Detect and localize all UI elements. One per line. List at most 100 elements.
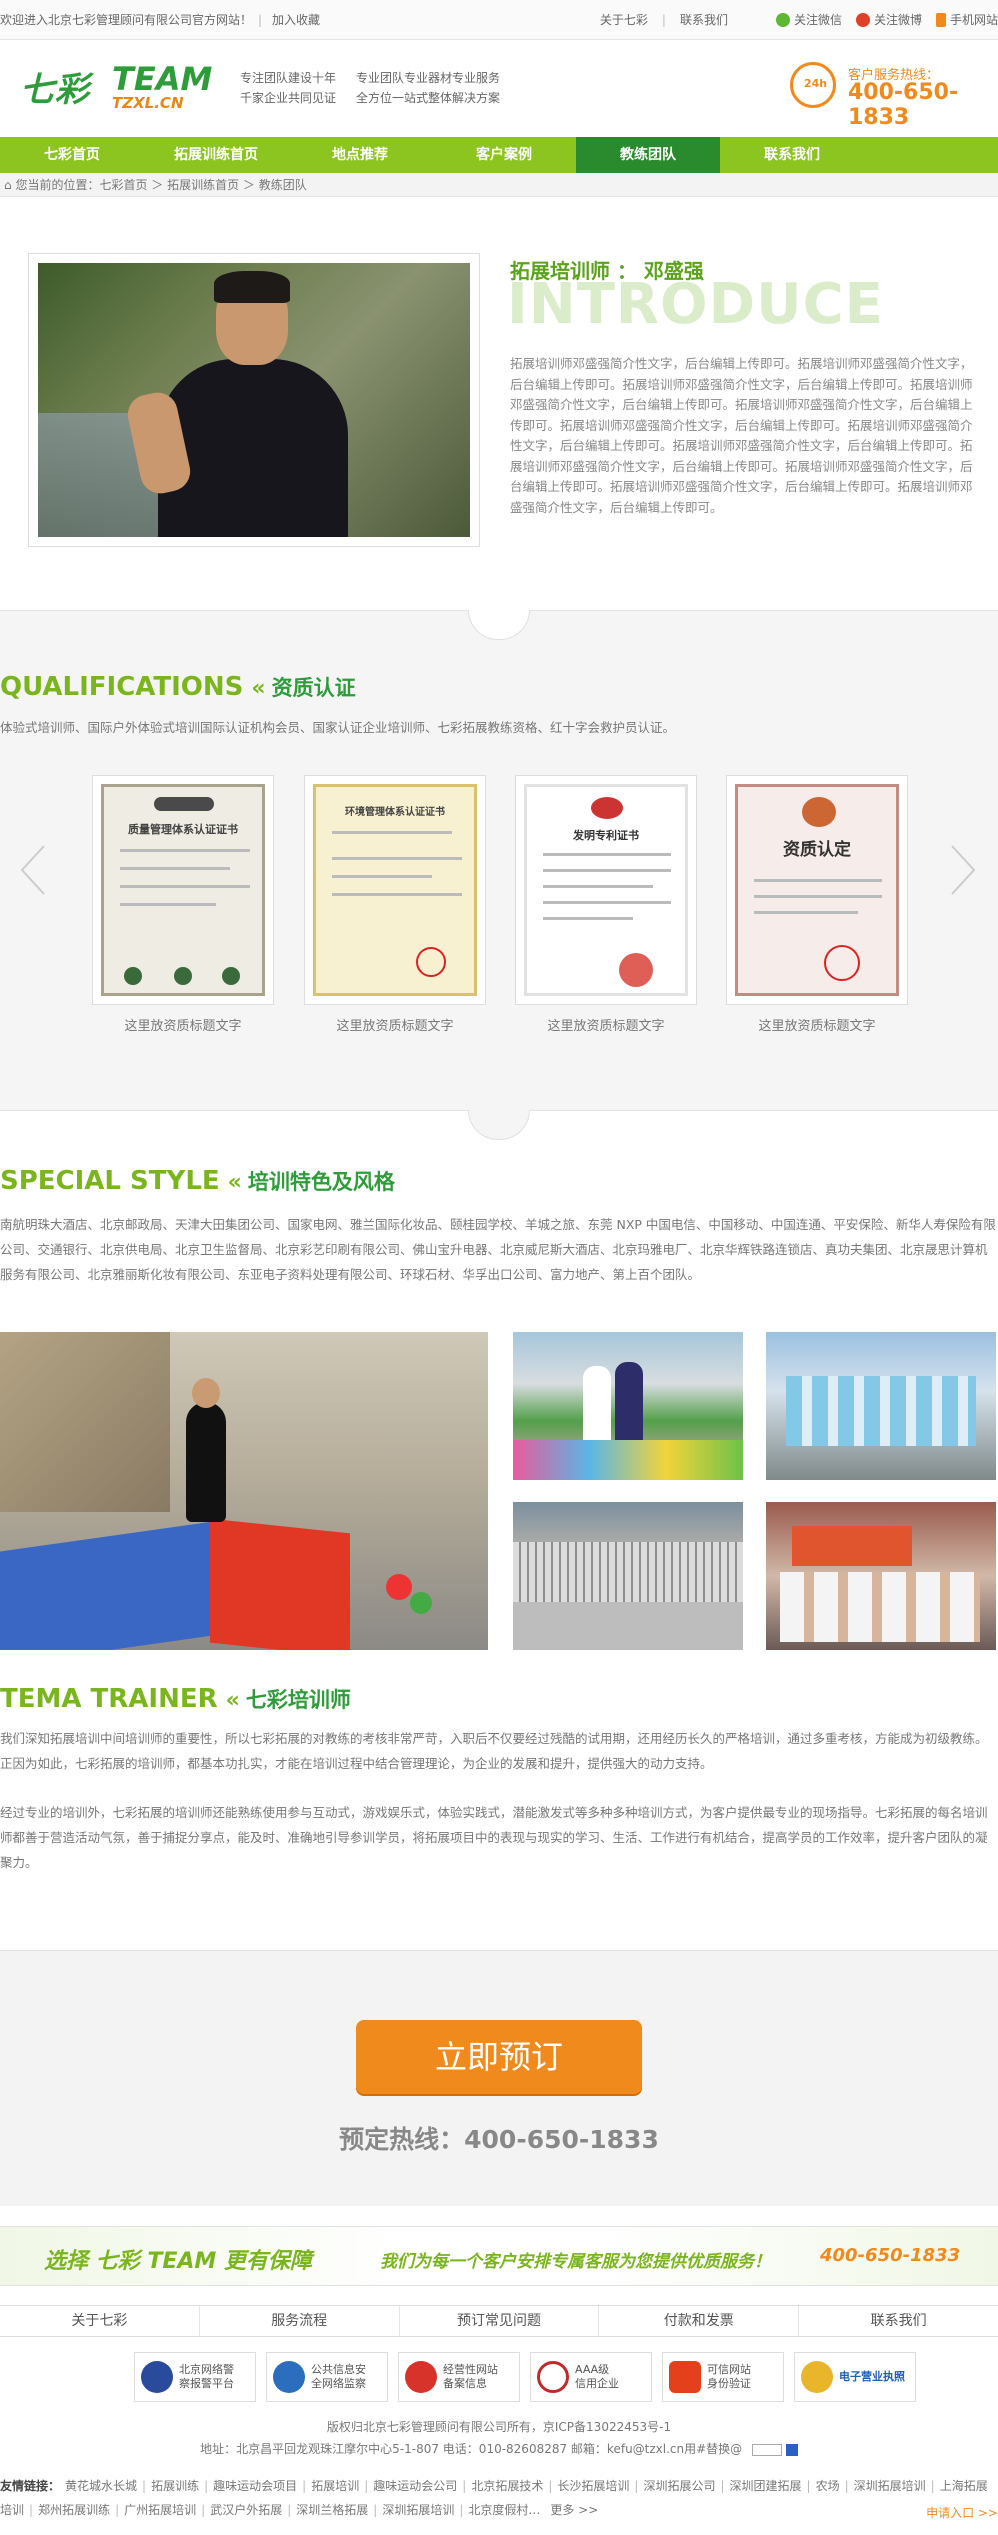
trainer-title: TEMA TRAINER «七彩培训师 (0, 1684, 351, 1714)
nav-item-training-home[interactable]: 拓展训练首页 (144, 137, 288, 173)
stats-icon (785, 2443, 798, 2456)
contact-link[interactable]: 联系我们 (680, 0, 728, 40)
apply-link[interactable]: 申请入口 >> (926, 2504, 998, 2521)
wechat-link[interactable]: 关注微信 (775, 0, 842, 40)
footer-link-contact[interactable]: 联系我们 (799, 2306, 998, 2336)
footer-link-faq[interactable]: 预订常见问题 (400, 2306, 600, 2336)
nav-item-contact[interactable]: 联系我们 (720, 137, 864, 173)
footer-link-process[interactable]: 服务流程 (200, 2306, 400, 2336)
photo-flag (792, 1526, 912, 1566)
badge-text: 身份验证 (707, 2377, 751, 2390)
friend-link[interactable]: 郑州拓展训练 (38, 2503, 110, 2517)
badge-text: 可信网站 (707, 2363, 751, 2376)
top-links: 关于七彩 | 联系我们 关注微信 关注微博 手机网站 (600, 0, 998, 40)
gallery-photo[interactable] (766, 1332, 996, 1480)
cert-seal (222, 967, 240, 985)
badge-text: 北京网络警 (179, 2363, 234, 2376)
photo-group (780, 1572, 980, 1642)
friend-link[interactable]: 武汉户外拓展 (210, 2503, 282, 2517)
slogan-group-2: 专业团队专业器材专业服务 全方位一站式整体解决方案 (356, 68, 500, 108)
badge-credit[interactable]: AAA级 信用企业 (530, 2352, 652, 2402)
slogan-group-1: 专注团队建设十年 千家企业共同见证 (240, 68, 336, 108)
friend-link[interactable]: 拓展培训 (311, 2479, 359, 2493)
gallery-photo[interactable] (513, 1332, 743, 1480)
friend-link[interactable]: 广州拓展培训 (124, 2503, 196, 2517)
double-chevron-icon: « (227, 1170, 242, 1195)
cert-line (332, 875, 432, 878)
nav-item-home[interactable]: 七彩首页 (0, 137, 144, 173)
banner-slogan: 选择 七彩 TEAM 更有保障 (44, 2249, 312, 2274)
shield-icon (273, 2361, 305, 2393)
double-chevron-icon: « (225, 1688, 240, 1713)
cert-line (120, 885, 250, 888)
title-en: SPECIAL STYLE (0, 1166, 220, 1196)
gallery-photo-large[interactable] (0, 1332, 488, 1650)
friend-link[interactable]: 拓展训练 (151, 2479, 199, 2493)
trainer-photo-image (38, 263, 470, 537)
footer-link-payment[interactable]: 付款和发票 (599, 2306, 800, 2336)
divider: | (29, 2503, 34, 2517)
friend-link[interactable]: 农场 (816, 2479, 840, 2493)
friend-link[interactable]: 深圳拓展公司 (643, 2479, 715, 2493)
friend-link[interactable]: 趣味运动会项目 (213, 2479, 297, 2493)
badge-police[interactable]: 北京网络警 察报警平台 (134, 2352, 256, 2402)
wechat-icon (775, 13, 790, 27)
book-now-button[interactable]: 立即预订 (356, 2020, 642, 2094)
photo-figure (186, 1402, 226, 1522)
cert-line (543, 917, 633, 920)
mobile-link[interactable]: 手机网站 (935, 0, 998, 40)
cert-emblem (802, 797, 836, 827)
photo-balloon (410, 1592, 432, 1614)
badge-security[interactable]: 公共信息安 全网络监察 (266, 2352, 388, 2402)
cert-card[interactable]: 发明专利证书 这里放资质标题文字 (515, 775, 697, 1034)
more-links[interactable]: 更多 >> (550, 2503, 598, 2517)
divider: | (634, 2479, 639, 2493)
divider: | (201, 2503, 206, 2517)
friend-link[interactable]: 深圳拓展培训 (382, 2503, 454, 2517)
friend-link[interactable]: 趣味运动会公司 (373, 2479, 457, 2493)
badge-trusted-site[interactable]: 可信网站 身份验证 (662, 2352, 784, 2402)
logo-url: TZXL.CN (112, 94, 184, 112)
footer-link-about[interactable]: 关于七彩 (0, 2306, 200, 2336)
photo-figure (192, 1378, 220, 1408)
logo-cn: 七彩 (20, 70, 90, 110)
add-favorite-link[interactable]: 加入收藏 (272, 0, 320, 40)
carousel-next-icon[interactable] (948, 842, 978, 898)
cert-image: 环境管理体系认证证书 (313, 784, 477, 996)
weibo-label: 关注微博 (873, 13, 922, 27)
friend-link[interactable]: 北京度假村… (468, 2503, 540, 2517)
cert-line (120, 849, 250, 852)
cert-card[interactable]: 环境管理体系认证证书 这里放资质标题文字 (304, 775, 486, 1034)
footer-nav: 关于七彩 服务流程 预订常见问题 付款和发票 联系我们 (0, 2305, 998, 2337)
badge-text: 经营性网站 (443, 2363, 498, 2376)
trusted-site-icon (669, 2361, 701, 2393)
cert-card[interactable]: 质量管理体系认证证书 这里放资质标题文字 (92, 775, 274, 1034)
nav-item-coaches[interactable]: 教练团队 (576, 137, 720, 173)
gallery-photo[interactable] (513, 1502, 743, 1650)
badge-license[interactable]: 电子营业执照 (794, 2352, 916, 2402)
nav-item-locations[interactable]: 地点推荐 (288, 137, 432, 173)
divider: | (462, 2479, 467, 2493)
address-line: 地址：北京昌平回龙观珠江摩尔中心5-1-807 电话：010-82608287 … (200, 2442, 743, 2456)
nav-item-cases[interactable]: 客户案例 (432, 137, 576, 173)
weibo-link[interactable]: 关注微博 (855, 0, 922, 40)
banner-phone: 400-650-1833 (820, 2245, 961, 2266)
friend-link[interactable]: 深圳兰格拓展 (296, 2503, 368, 2517)
photo-mat (0, 1520, 220, 1650)
title-en: QUALIFICATIONS (0, 672, 244, 702)
special-style-desc: 南航明珠大酒店、北京邮政局、天津大田集团公司、国家电网、雅兰国际化妆品、颐桂园学… (0, 1217, 996, 1282)
friend-link[interactable]: 深圳团建拓展 (730, 2479, 802, 2493)
divider: | (115, 2503, 120, 2517)
site-logo[interactable]: 七彩 TEAM TZXL.CN (20, 60, 220, 112)
cert-seal (174, 967, 192, 985)
badge-record[interactable]: 经营性网站 备案信息 (398, 2352, 520, 2402)
friend-link[interactable]: 深圳拓展培训 (854, 2479, 926, 2493)
cert-seal (619, 953, 653, 987)
gallery-photo[interactable] (766, 1502, 996, 1650)
about-link[interactable]: 关于七彩 (600, 0, 648, 40)
friend-link[interactable]: 长沙拓展培训 (557, 2479, 629, 2493)
cert-card[interactable]: 资质认定 这里放资质标题文字 (726, 775, 908, 1034)
friend-link[interactable]: 黄花城水长城 (65, 2479, 137, 2493)
friend-link[interactable]: 北京拓展技术 (471, 2479, 543, 2493)
carousel-prev-icon[interactable] (18, 842, 48, 898)
